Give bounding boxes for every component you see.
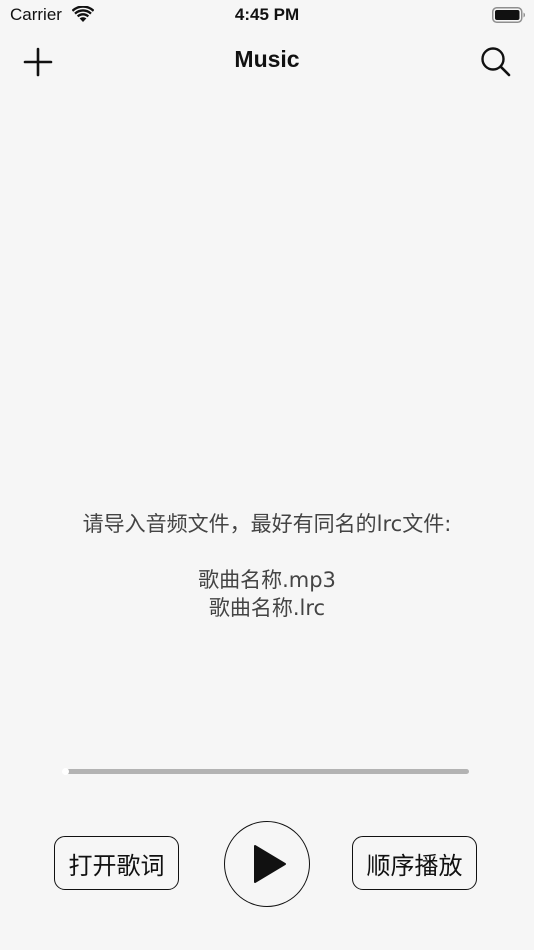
- status-bar: Carrier 4:45 PM: [0, 0, 534, 30]
- example-lrc-filename: 歌曲名称.lrc: [208, 596, 326, 620]
- navigation-bar: Music: [0, 30, 534, 90]
- page-title: Music: [234, 46, 300, 72]
- progress-slider[interactable]: [66, 769, 469, 774]
- play-mode-button[interactable]: 顺序播放: [352, 836, 477, 890]
- search-icon: [481, 47, 511, 77]
- import-hint-text: 请导入音频文件，最好有同名的lrc文件:: [82, 512, 452, 536]
- battery-icon: [492, 7, 526, 23]
- status-time: 4:45 PM: [234, 5, 300, 24]
- example-mp3-filename: 歌曲名称.mp3: [198, 568, 336, 592]
- progress-knob[interactable]: [62, 768, 69, 775]
- search-button[interactable]: [476, 42, 516, 82]
- play-icon: [254, 845, 286, 883]
- open-lyrics-button[interactable]: 打开歌词: [54, 836, 179, 890]
- music-screen: Carrier 4:45 PM Music 请导入音频文件，最好有同名的lrc文…: [0, 0, 534, 950]
- play-button[interactable]: [224, 821, 310, 907]
